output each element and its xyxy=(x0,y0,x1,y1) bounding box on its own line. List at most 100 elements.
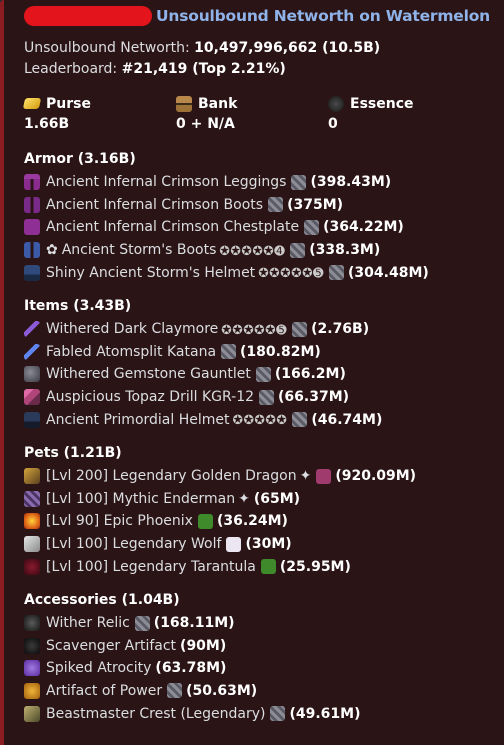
list-item: Wither Relic (168.11M) xyxy=(24,612,494,635)
list-item: Ancient Infernal Crimson Boots (375M) xyxy=(24,194,494,217)
chest-icon xyxy=(176,95,192,112)
list-item: ✿ Ancient Storm's Boots ✪✪✪✪✪➍ (338.3M) xyxy=(24,239,494,262)
pre-glyph: ✿ xyxy=(46,242,58,259)
field-bank-label: Bank xyxy=(198,95,238,112)
list-item: Ancient Infernal Crimson Chestplate (364… xyxy=(24,216,494,239)
list-item: [Lvl 200] Legendary Golden Dragon ✦ (920… xyxy=(24,465,494,488)
tier-boost-glyph: ✦ xyxy=(238,490,250,507)
leggings-icon xyxy=(24,174,40,191)
storm-helmet-icon xyxy=(24,264,40,281)
recombobulator-icon xyxy=(259,389,275,405)
list-item: [Lvl 100] Mythic Enderman ✦ (65M) xyxy=(24,488,494,511)
list-item: Withered Dark Claymore ✪✪✪✪✪➎ (2.76B) xyxy=(24,318,494,341)
list-item: [Lvl 100] Legendary Wolf (30M) xyxy=(24,533,494,556)
embed-title[interactable]: Unsoulbound Networth on Watermelon xyxy=(156,7,490,25)
spiked-atrocity-icon xyxy=(24,660,40,677)
recombobulator-icon xyxy=(255,366,271,382)
primordial-helmet-icon xyxy=(24,411,40,428)
item-name: Ancient Infernal Crimson Boots xyxy=(46,196,264,213)
item-name: Beastmaster Crest (Legendary) xyxy=(46,705,266,722)
item-value: (66.37M) xyxy=(278,389,350,406)
field-essence-value: 0 xyxy=(328,116,338,132)
item-value: (49.61M) xyxy=(289,705,361,722)
item-value: (65M) xyxy=(253,490,301,507)
item-value: (364.22M) xyxy=(323,219,404,236)
golden-dragon-icon xyxy=(24,468,40,485)
field-purse: Purse 1.66B xyxy=(22,93,176,137)
networth-value: 10,497,996,662 (10.5B) xyxy=(194,40,381,56)
held-item-icon xyxy=(226,536,242,552)
item-value: (90M) xyxy=(180,637,227,654)
section-title-accessories: Accessories (1.04B) xyxy=(24,591,180,608)
recombobulator-icon xyxy=(291,174,307,190)
field-bank-value: 0 + N/A xyxy=(176,116,235,132)
item-value: (920.09M) xyxy=(335,468,417,485)
star-rating: ✪✪✪✪✪➍ xyxy=(219,242,286,258)
item-value: (30M) xyxy=(245,536,292,553)
item-name: Wither Relic xyxy=(46,615,130,632)
item-name: Scavenger Artifact xyxy=(46,637,177,654)
item-value: (36.24M) xyxy=(216,513,288,530)
list-item: Shiny Ancient Storm's Helmet ✪✪✪✪✪➎ (304… xyxy=(24,261,494,284)
recombobulator-icon xyxy=(329,265,345,281)
recombobulator-icon xyxy=(221,344,237,360)
embed-author: Unsoulbound Networth on Watermelon xyxy=(24,4,494,28)
item-name: [Lvl 200] Legendary Golden Dragon xyxy=(46,468,297,485)
storm-boots-icon xyxy=(24,242,40,259)
recombobulator-icon xyxy=(304,219,320,235)
item-name: Withered Gemstone Gauntlet xyxy=(46,366,251,383)
item-name: [Lvl 90] Epic Phoenix xyxy=(46,513,193,530)
section-pets: Pets (1.21B) [Lvl 200] Legendary Golden … xyxy=(24,443,494,578)
item-name: Withered Dark Claymore xyxy=(46,321,219,338)
recombobulator-icon xyxy=(292,412,308,428)
drill-icon xyxy=(24,389,40,406)
item-name: [Lvl 100] Mythic Enderman xyxy=(46,490,236,507)
networth-line: Unsoulbound Networth: 10,497,996,662 (10… xyxy=(24,38,494,59)
star-rating: ✪✪✪✪✪➎ xyxy=(258,265,325,281)
claymore-icon xyxy=(24,321,40,338)
item-value: (375M) xyxy=(287,196,344,213)
chestplate-icon xyxy=(24,219,40,236)
item-value: (180.82M) xyxy=(240,343,321,360)
star-rating: ✪✪✪✪✪ xyxy=(232,412,288,428)
item-name: [Lvl 100] Legendary Tarantula xyxy=(46,558,256,575)
recombobulator-icon xyxy=(268,197,284,213)
item-name: Ancient Infernal Crimson Leggings xyxy=(46,174,287,191)
artifact-power-icon xyxy=(24,682,40,699)
list-item: Beastmaster Crest (Legendary) (49.61M) xyxy=(24,702,494,725)
tier-boost-glyph: ✦ xyxy=(299,468,312,485)
star-rating: ✪✪✪✪✪➎ xyxy=(221,321,288,337)
recombobulator-icon xyxy=(292,321,308,337)
networth-embed: Unsoulbound Networth on Watermelon Unsou… xyxy=(0,0,504,745)
field-essence: Essence 0 xyxy=(328,93,480,137)
list-item: Artifact of Power (50.63M) xyxy=(24,680,494,703)
section-title-items: Items (3.43B) xyxy=(24,297,132,314)
held-item-icon xyxy=(260,559,276,575)
item-name: Artifact of Power xyxy=(46,682,163,699)
item-name: [Lvl 100] Legendary Wolf xyxy=(46,536,222,553)
section-accessories: Accessories (1.04B) Wither Relic (168.11… xyxy=(24,590,494,725)
leaderboard-label: Leaderboard: xyxy=(24,61,118,77)
enderman-icon xyxy=(24,490,40,507)
item-name: Fabled Atomsplit Katana xyxy=(46,343,217,360)
gauntlet-icon xyxy=(24,366,40,383)
list-item: [Lvl 100] Legendary Tarantula (25.95M) xyxy=(24,555,494,578)
list-item: [Lvl 90] Epic Phoenix (36.24M) xyxy=(24,510,494,533)
field-purse-value: 1.66B xyxy=(24,116,70,132)
field-bank: Bank 0 + N/A xyxy=(176,93,328,137)
item-value: (2.76B) xyxy=(311,321,370,338)
section-title-pets: Pets (1.21B) xyxy=(24,444,122,461)
item-value: (63.78M) xyxy=(155,660,227,677)
item-value: (168.11M) xyxy=(153,615,235,632)
katana-icon xyxy=(24,343,40,360)
list-item: Auspicious Topaz Drill KGR-12 (66.37M) xyxy=(24,386,494,409)
section-armor: Armor (3.16B) Ancient Infernal Crimson L… xyxy=(24,149,494,284)
boots-icon xyxy=(24,196,40,213)
held-item-icon xyxy=(316,468,332,484)
item-value: (50.63M) xyxy=(186,682,258,699)
balance-fields: Purse 1.66B Bank 0 + N/A Essence 0 xyxy=(22,93,494,137)
scavenger-icon xyxy=(24,637,40,654)
wither-relic-icon xyxy=(24,615,40,632)
item-value: (338.3M) xyxy=(309,242,381,259)
list-item: Scavenger Artifact (90M) xyxy=(24,635,494,658)
